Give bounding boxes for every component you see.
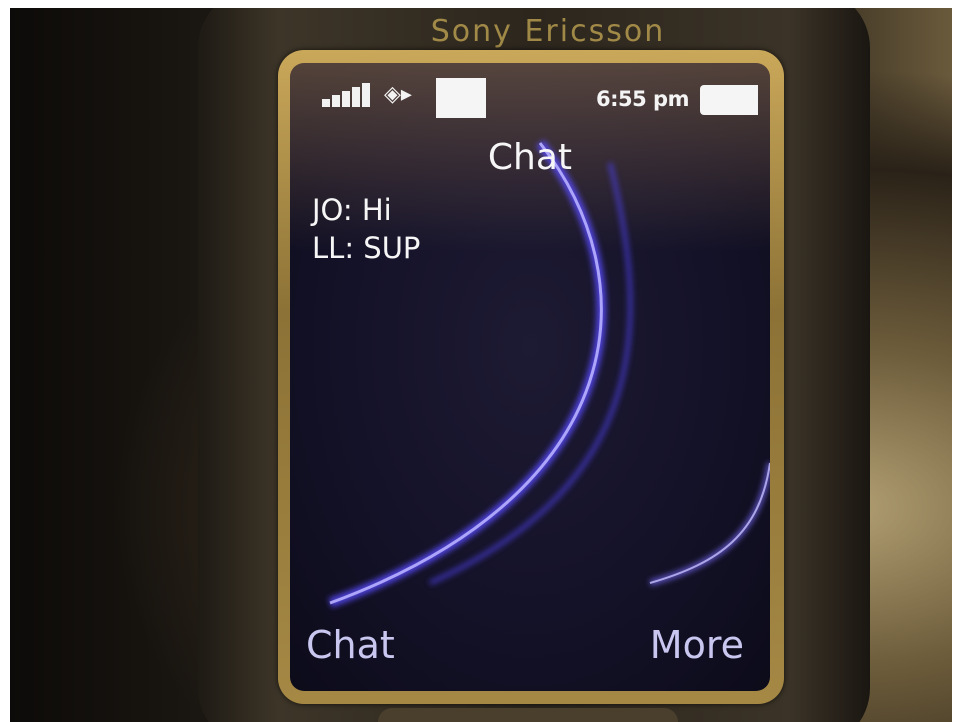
chat-message: JO: Hi [312,193,392,227]
phone-screen: ◈▸ 6:55 pm Chat JO: Hi LL: SUP Chat More [290,63,770,691]
white-square-icon [436,78,486,118]
softkey-right-more[interactable]: More [650,623,744,667]
data-transfer-icon: ◈▸ [384,82,412,107]
softkey-left-chat[interactable]: Chat [306,623,395,667]
chat-message: LL: SUP [312,231,421,265]
chat-message-list: JO: Hi LL: SUP [312,191,420,267]
brand-logo: Sony Ericsson [430,14,666,49]
signal-strength-icon [322,83,374,107]
status-bar: ◈▸ 6:55 pm [290,63,770,123]
phone-photo: Sony Ericsson ◈▸ 6:55 pm Chat JO: Hi LL:… [10,8,952,722]
status-time: 6:55 pm [596,87,689,111]
battery-icon [700,85,758,115]
navigation-key[interactable] [378,708,678,722]
screen-title: Chat [487,137,573,178]
